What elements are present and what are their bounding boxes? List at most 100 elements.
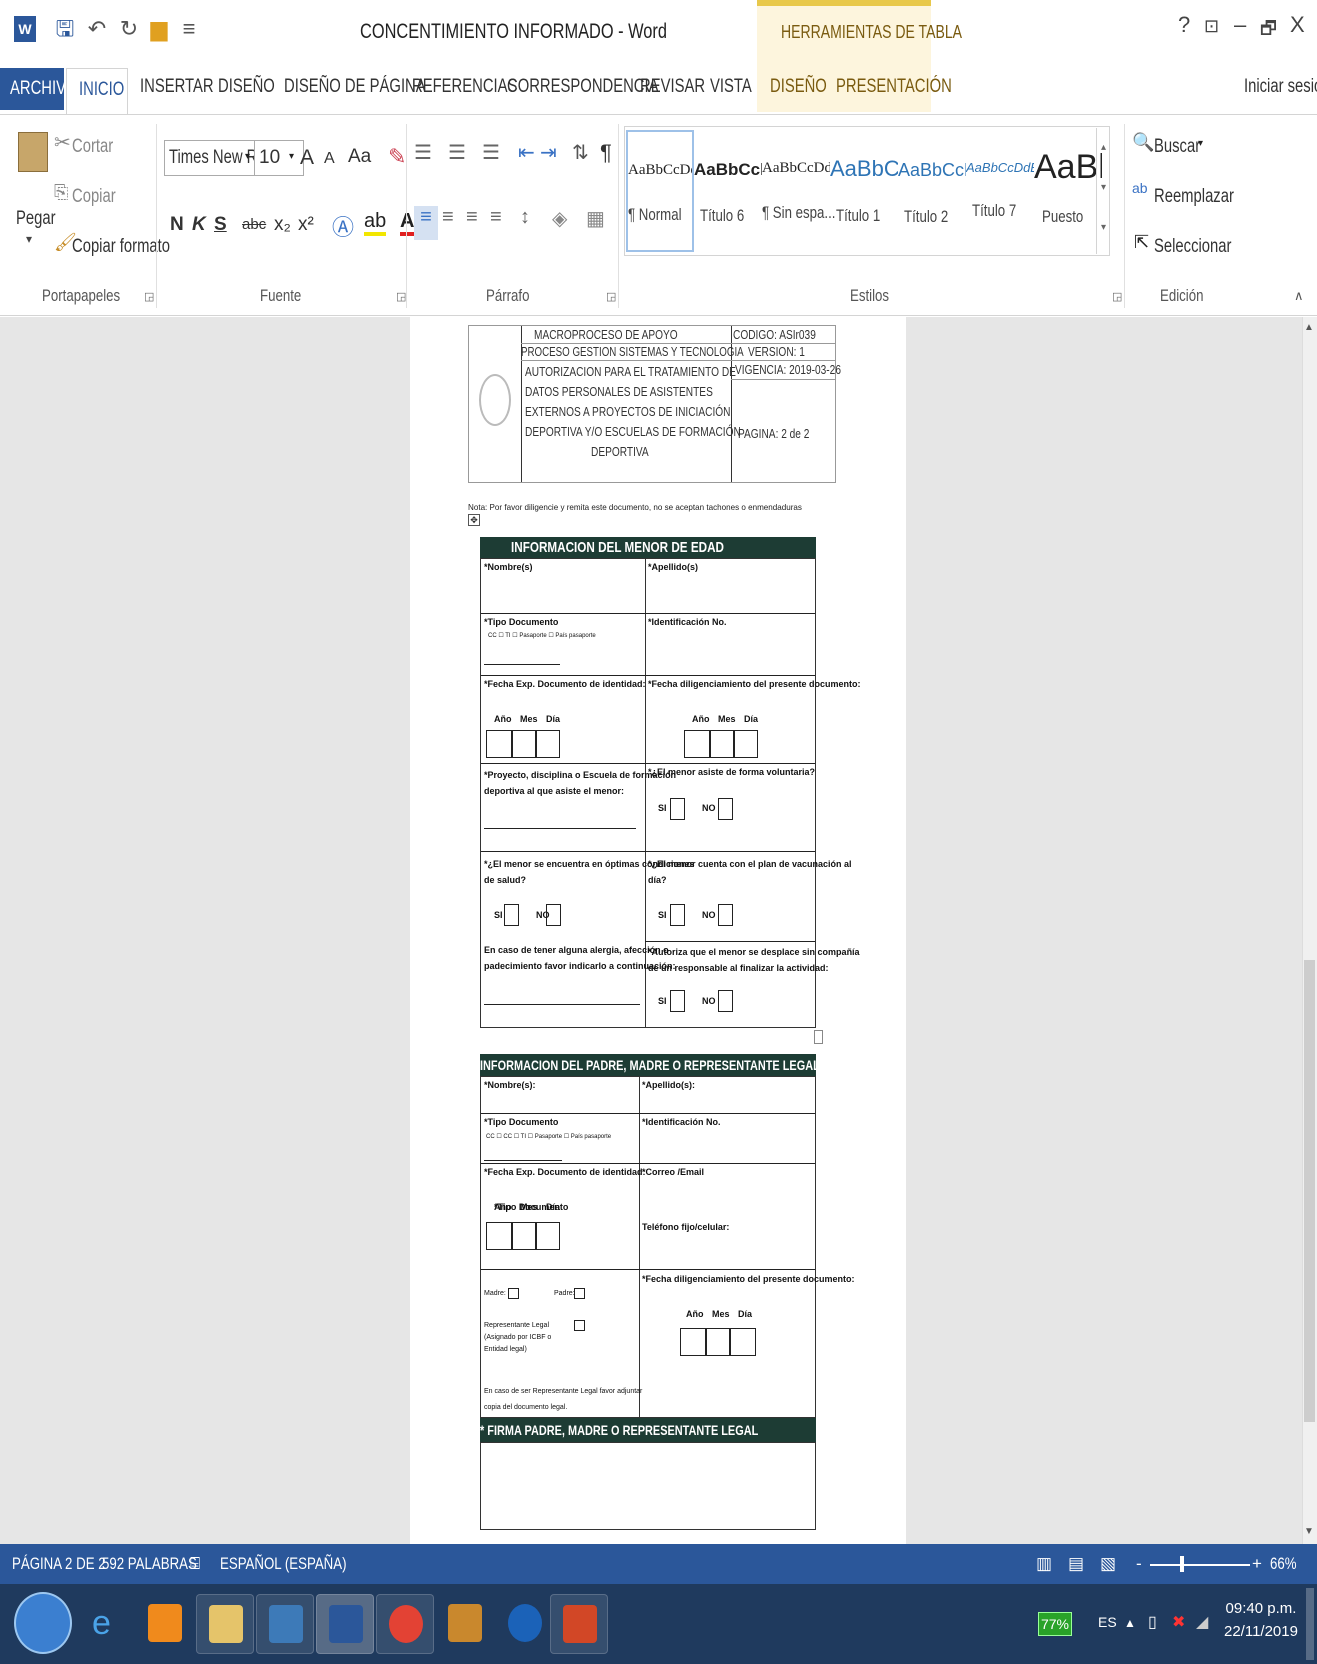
tab-correspondencia[interactable]: CORRESPONDENCIA [507, 76, 659, 98]
copy-button[interactable]: Copiar [72, 186, 116, 208]
zoom-slider-thumb[interactable] [1180, 1556, 1184, 1572]
underline-button[interactable]: S [214, 214, 227, 236]
bullets-icon[interactable]: ☰ [414, 140, 432, 165]
madre-checkbox[interactable] [508, 1288, 519, 1299]
subscript-button[interactable]: x₂ [274, 214, 291, 236]
paragraph-launcher-icon[interactable]: ◲ [606, 290, 616, 303]
justify-icon[interactable]: ≡ [490, 206, 502, 229]
proofing-icon[interactable]: ⌸ [190, 1554, 200, 1574]
tab-insertar[interactable]: INSERTAR [140, 76, 214, 98]
italic-button[interactable]: K [192, 214, 206, 236]
table-resize-handle[interactable] [814, 1030, 823, 1044]
zoom-level[interactable]: 66% [1270, 1554, 1297, 1574]
taskbar-ie[interactable]: e [80, 1594, 138, 1654]
increase-indent-icon[interactable]: ⇥ [540, 140, 557, 165]
style-titulo2[interactable]: AaBbCcDTítulo 2 [898, 130, 966, 252]
status-language[interactable]: ESPAÑOL (ESPAÑA) [220, 1554, 347, 1574]
styles-scroll[interactable]: ▴ ▾ ▾ [1096, 128, 1110, 254]
tab-inicio[interactable]: INICIO [66, 68, 128, 114]
minor-autoriza-si-checkbox[interactable] [670, 990, 685, 1012]
taskbar-lenovo[interactable] [256, 1594, 314, 1654]
font-name-field[interactable]: Times New Ro ▾ [164, 140, 266, 176]
table-move-handle-icon[interactable]: ✥ [468, 514, 480, 526]
style-titulo7[interactable]: AaBbCcDdE Título 7 [966, 130, 1034, 252]
status-words[interactable]: 592 PALABRAS [102, 1554, 197, 1574]
highlight-icon[interactable]: ab [364, 210, 387, 236]
zoom-out-icon[interactable]: - [1136, 1554, 1142, 1574]
status-page[interactable]: PÁGINA 2 DE 2 [12, 1554, 106, 1574]
collapse-ribbon-icon[interactable]: ∧ [1294, 288, 1304, 304]
font-size-field[interactable]: 10 ▾ [254, 140, 304, 176]
minor-voluntaria-si-checkbox[interactable] [670, 798, 685, 820]
show-desktop-button[interactable] [1306, 1588, 1314, 1660]
tab-diseno-de-pagina[interactable]: DISEÑO DE PÁGINA [284, 76, 426, 98]
minimize-button[interactable]: – [1234, 12, 1246, 38]
minor-exp-month-box[interactable] [512, 730, 536, 758]
strikethrough-button[interactable]: abc [242, 216, 266, 233]
tab-presentacion[interactable]: PRESENTACIÓN [836, 76, 952, 98]
clipboard-launcher-icon[interactable]: ◲ [144, 290, 154, 303]
show-formatting-button[interactable]: ¶ [600, 140, 612, 166]
minor-exp-year-box[interactable] [486, 730, 512, 758]
binoculars-icon[interactable]: 🔍 [1132, 132, 1154, 153]
minor-dil-month-box[interactable] [710, 730, 734, 758]
replace-icon[interactable]: ab [1132, 180, 1148, 196]
align-left-icon[interactable]: ≡ [414, 206, 438, 240]
read-mode-icon[interactable]: ▥ [1036, 1554, 1052, 1574]
parent-exp-day-box[interactable] [536, 1222, 560, 1250]
multilevel-list-icon[interactable]: ☰ [482, 140, 500, 165]
superscript-button[interactable]: x² [298, 214, 314, 236]
clock[interactable]: 09:40 p.m. 22/11/2019 [1224, 1600, 1298, 1640]
shrink-font-button[interactable]: A [324, 150, 335, 168]
tab-table-diseno[interactable]: DISEÑO [770, 76, 827, 98]
taskbar-word[interactable] [316, 1594, 374, 1654]
change-case-button[interactable]: Aa [348, 146, 371, 168]
minor-voluntaria-no-checkbox[interactable] [718, 798, 733, 820]
line-spacing-icon[interactable]: ↕ [520, 206, 530, 229]
parent-dil-year-box[interactable] [680, 1328, 706, 1356]
paste-dropdown-icon[interactable]: ▾ [26, 232, 32, 246]
save-icon[interactable]: 🖫 [52, 14, 78, 44]
numbering-icon[interactable]: ☰ [448, 140, 466, 165]
web-layout-icon[interactable]: ▧ [1100, 1554, 1116, 1574]
taskbar-powerpoint[interactable] [550, 1594, 608, 1654]
align-center-icon[interactable]: ≡ [442, 206, 454, 229]
word-app-icon[interactable]: W [14, 16, 36, 42]
find-dropdown-icon[interactable]: ▾ [1198, 138, 1203, 149]
taskbar-bluetooth[interactable] [496, 1594, 554, 1654]
help-button[interactable]: ? [1178, 12, 1190, 38]
parent-exp-year-box[interactable] [486, 1222, 512, 1250]
font-size-dropdown-icon[interactable]: ▾ [289, 151, 294, 162]
device-icon[interactable]: ▯ [1148, 1612, 1157, 1632]
font-dropdown-icon[interactable]: ▾ [245, 151, 250, 162]
network-error-icon[interactable]: ✖ [1172, 1612, 1185, 1632]
select-cursor-icon[interactable]: ⇱ [1134, 232, 1149, 253]
parent-dil-month-box[interactable] [706, 1328, 730, 1356]
minor-salud-no-checkbox[interactable] [546, 904, 561, 926]
paste-icon[interactable] [18, 132, 48, 172]
minor-vacunacion-si-checkbox[interactable] [670, 904, 685, 926]
sort-icon[interactable]: ⇅ [572, 140, 589, 165]
parent-dil-day-box[interactable] [730, 1328, 756, 1356]
zoom-slider[interactable] [1150, 1564, 1250, 1566]
signature-box[interactable] [480, 1442, 816, 1530]
font-color-icon[interactable]: A [400, 210, 415, 236]
scroll-down-icon[interactable]: ▼ [1304, 1526, 1314, 1537]
maximize-button[interactable]: 🗗 [1260, 16, 1277, 46]
tab-vista[interactable]: VISTA [710, 76, 752, 98]
style-titulo1[interactable]: AaBbCcTítulo 1 [830, 130, 898, 252]
start-button[interactable] [14, 1592, 72, 1654]
tab-diseno[interactable]: DISEÑO [218, 76, 275, 98]
taskbar-explorer[interactable] [196, 1594, 254, 1654]
taskbar-app[interactable] [436, 1594, 494, 1654]
parent-tipo-options[interactable]: CC ☐ CC ☐ TI ☐ Pasaporte ☐ País pasaport… [486, 1133, 611, 1140]
minor-salud-si-checkbox[interactable] [504, 904, 519, 926]
style-titulo6[interactable]: AaBbCcl Título 6 [694, 130, 762, 252]
minor-autoriza-no-checkbox[interactable] [718, 990, 733, 1012]
cut-button[interactable]: Cortar [72, 136, 113, 158]
taskbar-chrome[interactable] [376, 1594, 434, 1654]
scrollbar-thumb[interactable] [1304, 960, 1315, 1422]
style-sin-espaciado[interactable]: AaBbCcDd ¶ Sin espa... [762, 130, 835, 252]
zoom-in-icon[interactable]: + [1252, 1554, 1262, 1574]
style-puesto[interactable]: AaBl Puesto [1034, 130, 1102, 252]
